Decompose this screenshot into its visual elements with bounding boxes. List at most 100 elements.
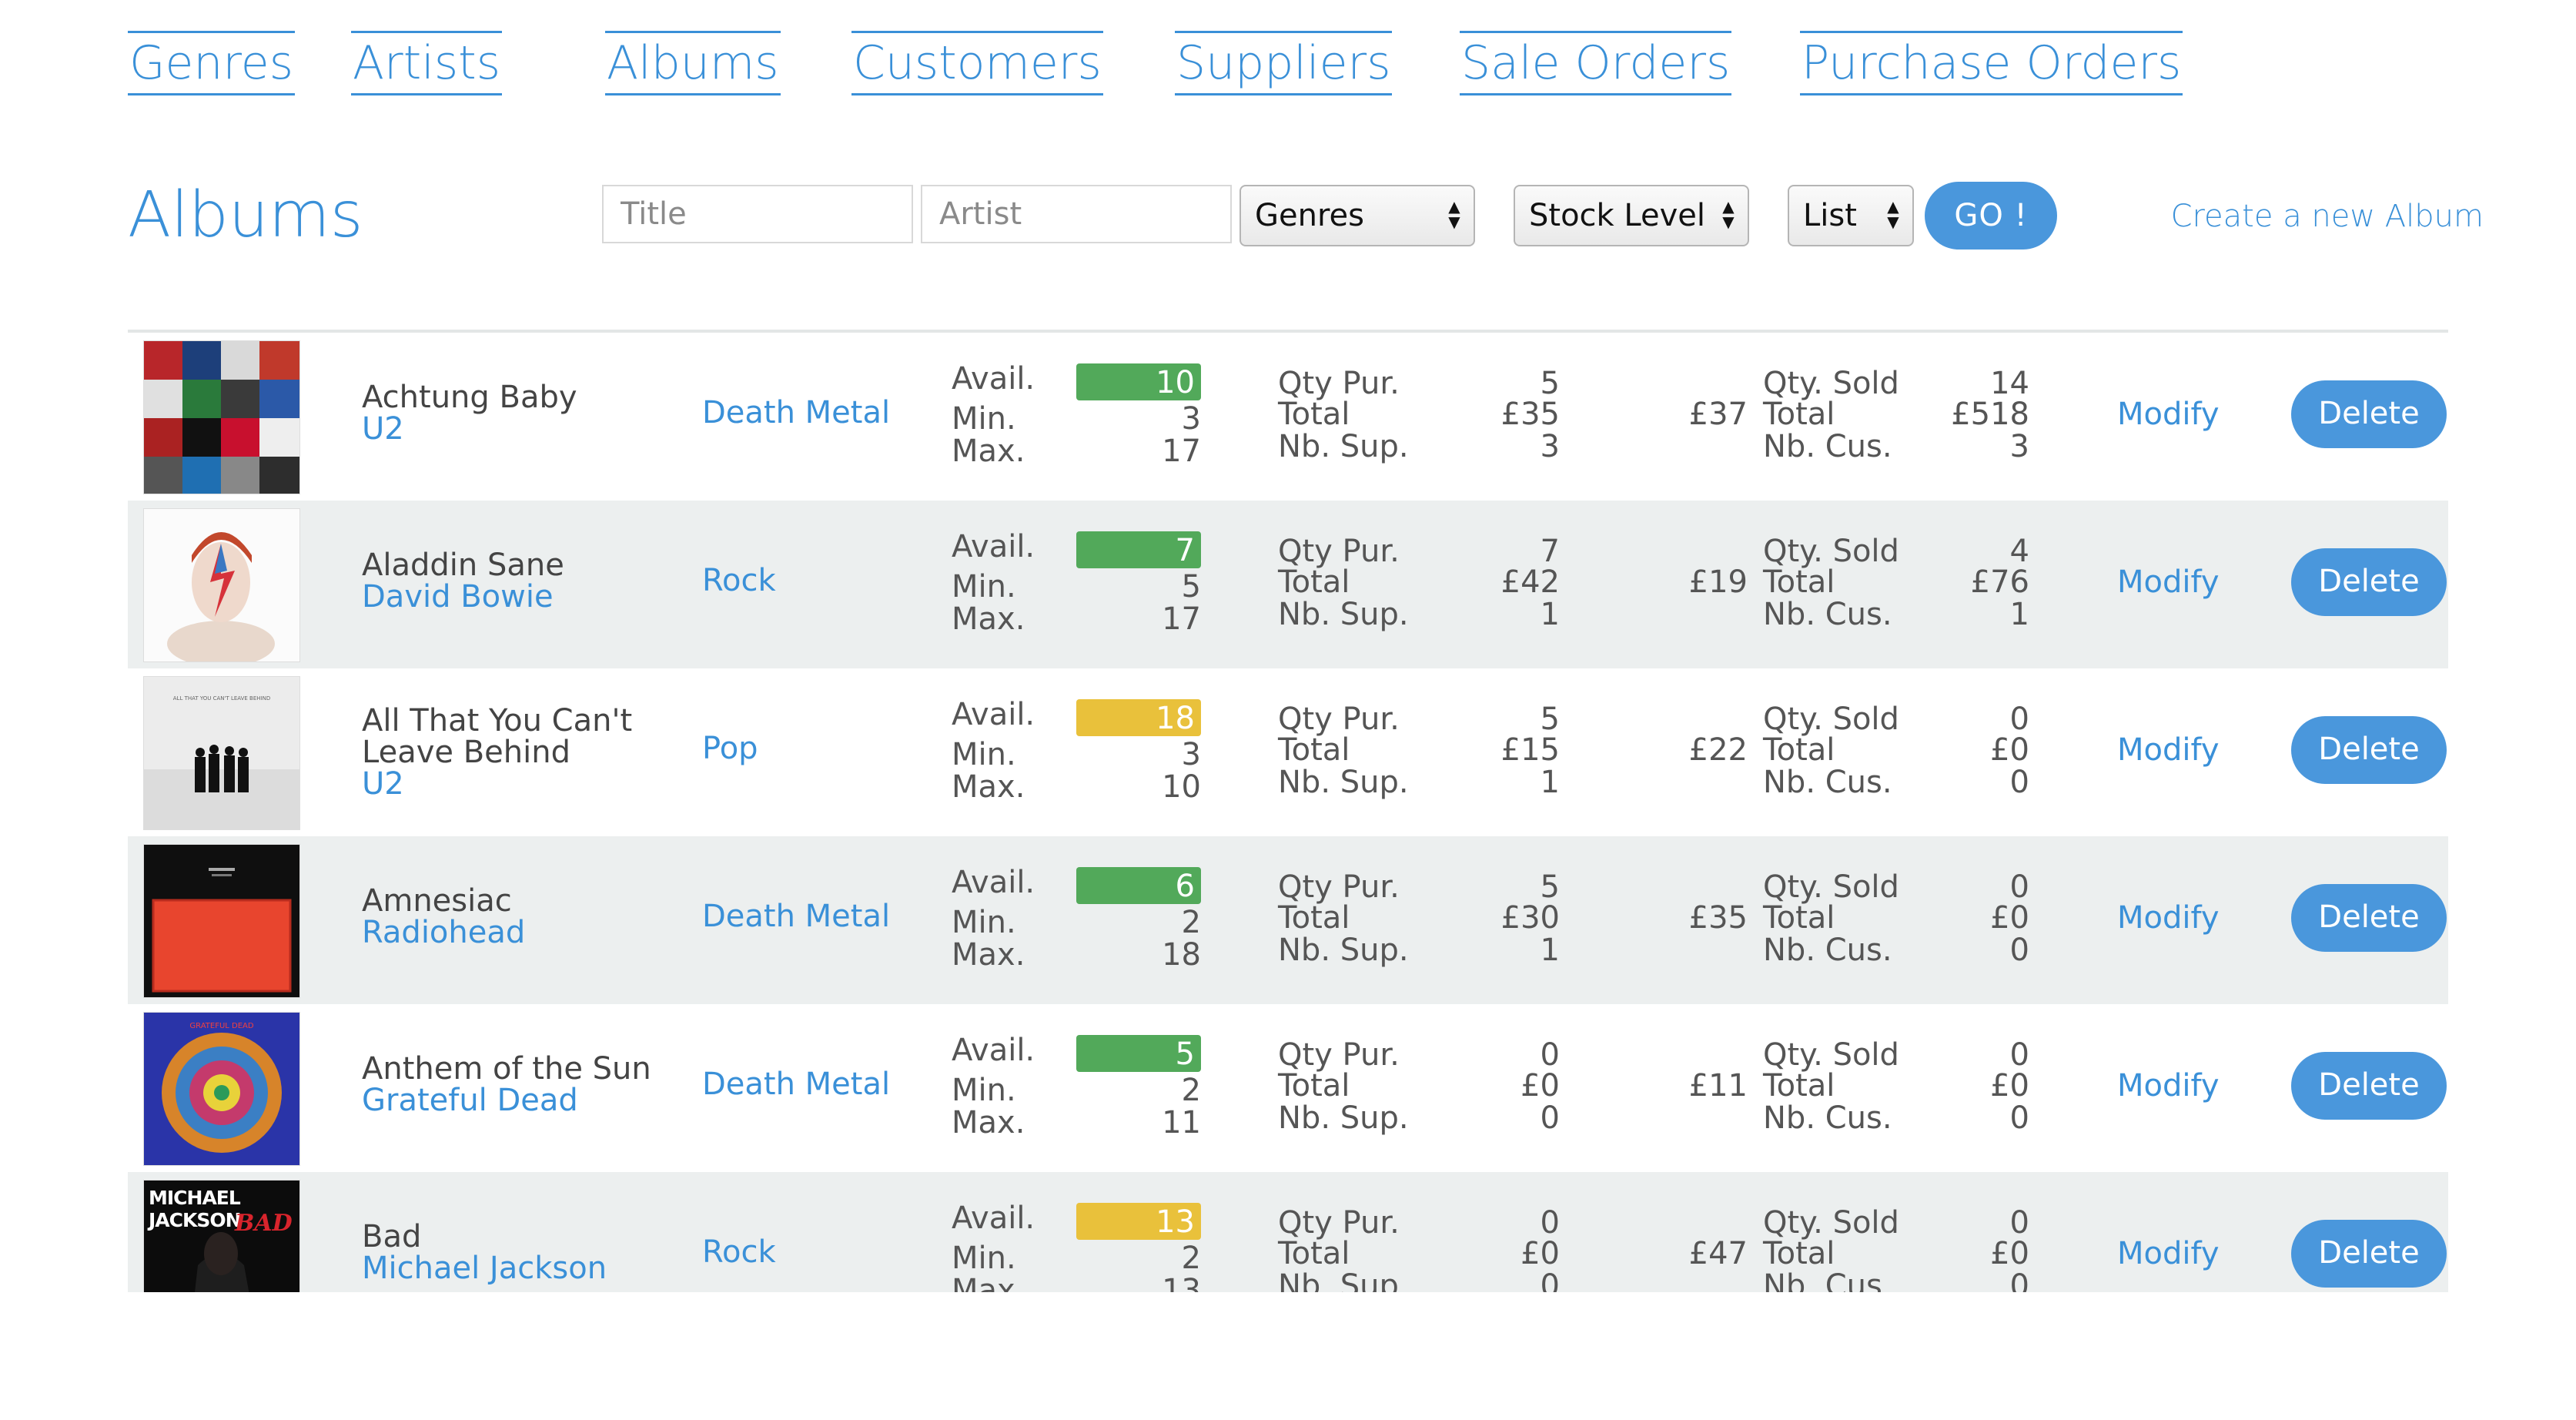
qty-sold-label: Qty. Sold — [1763, 1037, 1899, 1073]
genre-link[interactable]: Pop — [702, 733, 758, 765]
modify-link[interactable]: Modify — [2117, 903, 2220, 934]
total-pur-label: Total — [1278, 564, 1350, 600]
nb-suppliers-value: 0 — [1540, 1268, 1560, 1293]
total-pur-label: Total — [1278, 1236, 1350, 1271]
nb-cus-label: Nb. Cus. — [1763, 597, 1892, 632]
select-arrows-icon: ▲ ▼ — [1887, 197, 1899, 231]
nb-sup-label: Nb. Sup. — [1278, 597, 1409, 632]
qty-pur-label: Qty Pur. — [1278, 869, 1400, 905]
nav-genres[interactable]: Genres — [128, 31, 295, 95]
min-label: Min. — [952, 905, 1016, 940]
top-nav: Genres Artists Albums Customers Supplier… — [128, 31, 2448, 100]
album-title: Bad — [362, 1219, 422, 1254]
nav-albums[interactable]: Albums — [605, 31, 781, 95]
delete-button[interactable]: Delete — [2291, 884, 2447, 952]
max-label: Max. — [952, 937, 1025, 973]
artist-link[interactable]: U2 — [362, 769, 404, 800]
album-price: £22 — [1688, 732, 1748, 768]
nav-suppliers[interactable]: Suppliers — [1175, 31, 1393, 95]
artist-search-input[interactable] — [921, 185, 1232, 243]
nb-suppliers-value: 1 — [1540, 765, 1560, 800]
artist-link[interactable]: David Bowie — [362, 581, 554, 613]
artist-link[interactable]: Radiohead — [362, 917, 525, 949]
genre-link[interactable]: Death Metal — [702, 901, 890, 933]
purchase-total-value: £30 — [1500, 900, 1560, 936]
genre-link[interactable]: Rock — [702, 565, 776, 597]
artist-link[interactable]: Grateful Dead — [362, 1085, 578, 1117]
table-row: Aladdin Sane David Bowie Rock Avail. Min… — [128, 501, 2448, 668]
genre-link[interactable]: Death Metal — [702, 397, 890, 429]
genre-link[interactable]: Death Metal — [702, 1069, 890, 1100]
album-price: £19 — [1688, 564, 1748, 600]
album-cover-image[interactable]: ALL THAT YOU CAN'T LEAVE BEHIND — [143, 676, 300, 830]
total-sold-label: Total — [1763, 564, 1835, 600]
genre-link[interactable]: Rock — [702, 1237, 776, 1268]
total-pur-label: Total — [1278, 397, 1350, 432]
delete-button[interactable]: Delete — [2291, 716, 2447, 784]
table-row: MICHAEL JACKSON BAD Bad Michael Jackson … — [128, 1172, 2448, 1292]
modify-link[interactable]: Modify — [2117, 1238, 2220, 1270]
album-price: £35 — [1688, 900, 1748, 936]
avail-label: Avail. — [952, 1201, 1035, 1236]
nb-customers-value: 0 — [2009, 765, 2029, 800]
purchase-total-value: £15 — [1500, 732, 1560, 768]
albums-table: Achtung Baby U2 Death Metal Avail. Min. … — [128, 330, 2448, 1292]
title-search-input[interactable] — [602, 185, 913, 243]
modify-link[interactable]: Modify — [2117, 735, 2220, 766]
album-cover-image[interactable] — [143, 508, 300, 662]
delete-button[interactable]: Delete — [2291, 1052, 2447, 1120]
delete-button[interactable]: Delete — [2291, 380, 2447, 448]
nb-customers-value: 0 — [2009, 933, 2029, 968]
delete-button[interactable]: Delete — [2291, 1220, 2447, 1288]
album-title: Amnesiac — [362, 883, 512, 919]
artist-link[interactable]: Michael Jackson — [362, 1253, 607, 1284]
album-cover-image[interactable] — [143, 340, 300, 494]
svg-text:ALL THAT YOU CAN'T LEAVE BEHIN: ALL THAT YOU CAN'T LEAVE BEHIND — [173, 695, 270, 702]
album-cover-image[interactable]: MICHAEL JACKSON BAD — [143, 1180, 300, 1292]
view-select[interactable]: List ▲ ▼ — [1788, 185, 1914, 246]
album-title: Anthem of the Sun — [362, 1051, 651, 1087]
nav-sale-orders[interactable]: Sale Orders — [1460, 31, 1732, 95]
total-pur-label: Total — [1278, 732, 1350, 768]
delete-button[interactable]: Delete — [2291, 548, 2447, 616]
album-cover-image[interactable]: GRATEFUL DEAD — [143, 1012, 300, 1166]
min-label: Min. — [952, 401, 1016, 437]
album-title: All That You Can't — [362, 703, 633, 738]
qty-purchased-value: 7 — [1540, 534, 1560, 569]
modify-link[interactable]: Modify — [2117, 399, 2220, 430]
qty-purchased-value: 0 — [1540, 1037, 1560, 1073]
album-price: £37 — [1688, 397, 1748, 432]
stock-available-badge: 10 — [1076, 363, 1201, 400]
genres-select[interactable]: Genres ▲ ▼ — [1239, 185, 1475, 246]
total-sold-label: Total — [1763, 1068, 1835, 1104]
nav-artists[interactable]: Artists — [351, 31, 502, 95]
nb-cus-label: Nb. Cus. — [1763, 429, 1892, 464]
stock-max-value: 17 — [1162, 434, 1201, 469]
nb-cus-label: Nb. Cus. — [1763, 765, 1892, 800]
stock-available-badge: 13 — [1076, 1203, 1201, 1240]
modify-link[interactable]: Modify — [2117, 567, 2220, 598]
table-row: GRATEFUL DEAD Anthem of the Sun Grateful… — [128, 1004, 2448, 1172]
nb-sup-label: Nb. Sup. — [1278, 765, 1409, 800]
sales-total-value: £0 — [1990, 732, 2029, 768]
nav-purchase-orders[interactable]: Purchase Orders — [1800, 31, 2183, 95]
album-cover-image[interactable] — [143, 844, 300, 998]
artist-link[interactable]: U2 — [362, 414, 404, 445]
stock-min-value: 2 — [1181, 1241, 1201, 1276]
modify-link[interactable]: Modify — [2117, 1070, 2220, 1102]
qty-sold-label: Qty. Sold — [1763, 1205, 1899, 1241]
album-price: £47 — [1688, 1236, 1748, 1271]
stock-available-badge: 6 — [1076, 867, 1201, 904]
avail-label: Avail. — [952, 361, 1035, 397]
purchase-total-value: £0 — [1521, 1068, 1560, 1104]
go-button[interactable]: GO ! — [1925, 182, 2057, 250]
stock-level-select[interactable]: Stock Level ▲ ▼ — [1514, 185, 1749, 246]
total-pur-label: Total — [1278, 900, 1350, 936]
stock-available-badge: 7 — [1076, 531, 1201, 568]
nav-customers[interactable]: Customers — [851, 31, 1103, 95]
qty-sold-value: 0 — [2009, 1205, 2029, 1241]
stock-min-value: 2 — [1181, 905, 1201, 940]
create-album-link[interactable]: Create a new Album — [2171, 199, 2484, 234]
min-label: Min. — [952, 569, 1016, 605]
page-title: Albums — [128, 179, 363, 252]
